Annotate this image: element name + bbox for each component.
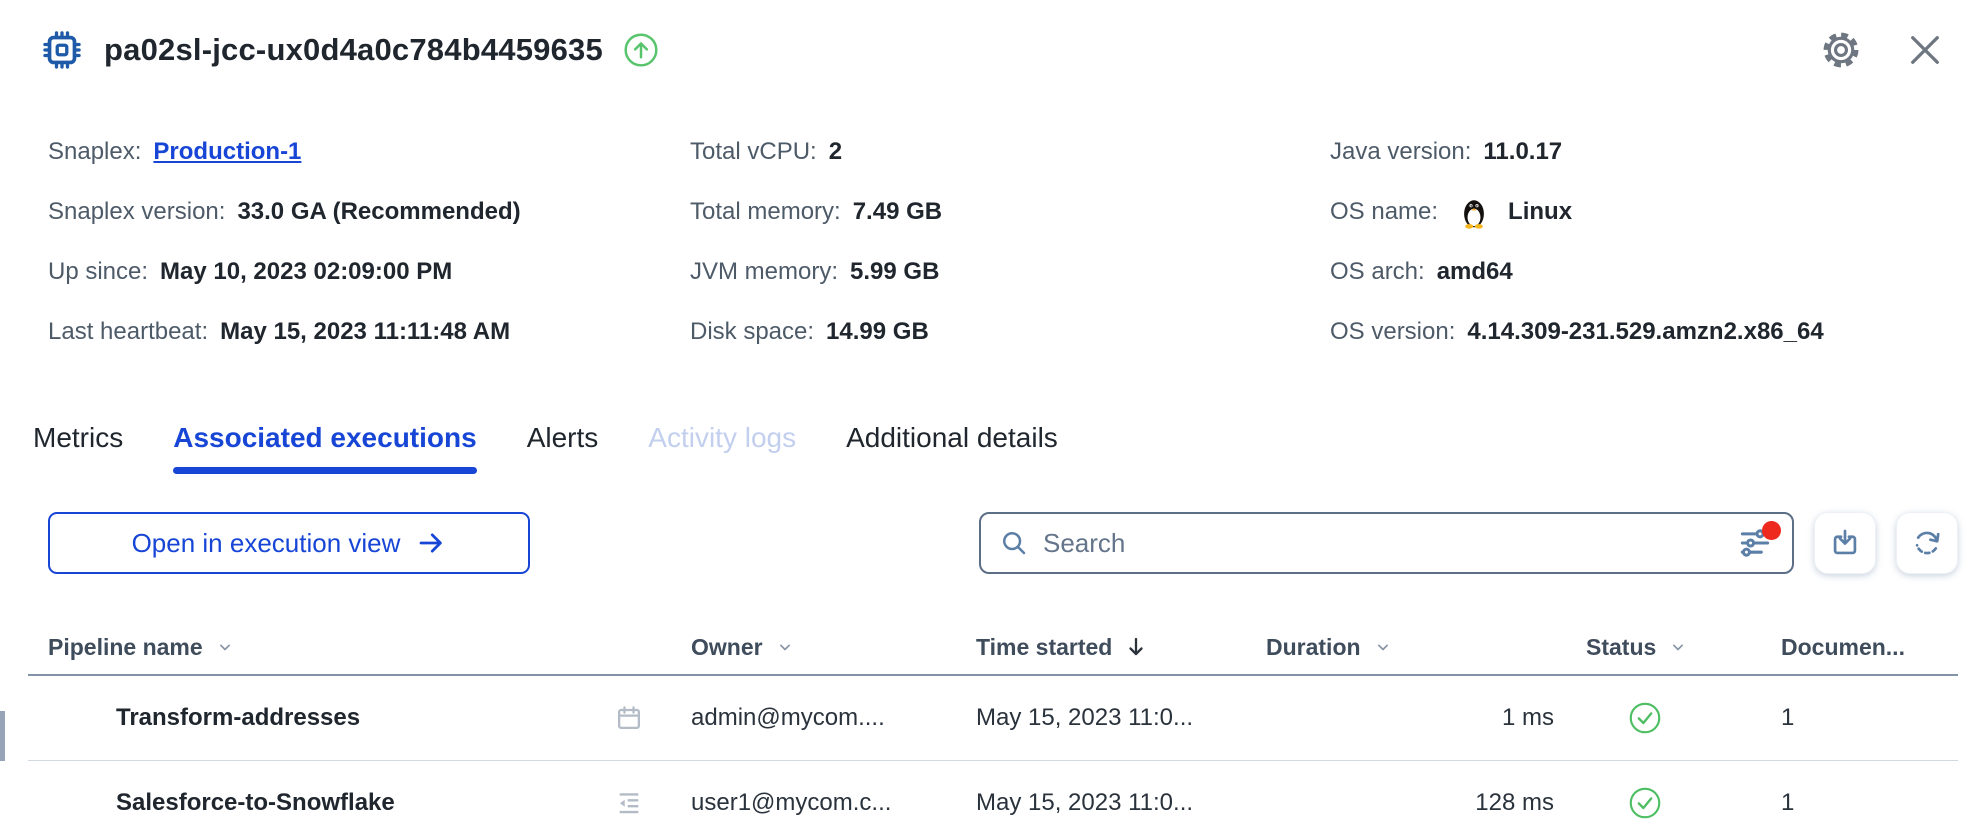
info-value: 2 xyxy=(828,138,843,165)
info-up-since: Up since: May 10, 2023 02:09:00 PM xyxy=(48,242,690,302)
search-box xyxy=(979,512,1794,574)
search-icon xyxy=(1002,531,1026,555)
info-value: amd64 xyxy=(1436,258,1513,285)
info-last-heartbeat: Last heartbeat: May 15, 2023 11:11:48 AM xyxy=(48,302,690,362)
column-header-documents[interactable]: Documen... xyxy=(1751,634,1958,661)
tab-alerts[interactable]: Alerts xyxy=(527,422,599,468)
snaplex-link[interactable]: Production-1 xyxy=(153,138,301,166)
linux-penguin-icon xyxy=(1456,194,1492,230)
executions-toolbar: Open in execution view xyxy=(48,512,1958,574)
filter-sliders-icon[interactable] xyxy=(1736,521,1781,562)
node-title: pa02sl-jcc-ux0d4a0c784b4459635 xyxy=(104,32,603,67)
info-os-version: OS version: 4.14.309-231.529.amzn2.x86_6… xyxy=(1330,302,1986,362)
scheduled-task-calendar-icon xyxy=(613,702,691,734)
info-label: OS name: xyxy=(1330,198,1439,225)
node-up-status-icon xyxy=(623,32,659,68)
info-value: 14.99 GB xyxy=(826,318,929,345)
tab-activity-logs[interactable]: Activity logs xyxy=(648,422,796,468)
info-label: Total memory: xyxy=(690,198,841,225)
info-label: Snaplex version: xyxy=(48,198,226,225)
pipeline-name-cell[interactable]: Transform-addresses xyxy=(28,704,613,732)
info-value: May 10, 2023 02:09:00 PM xyxy=(160,258,453,285)
documents-cell: 1 xyxy=(1781,788,1795,816)
open-execution-view-label: Open in execution view xyxy=(131,527,401,558)
info-label: OS arch: xyxy=(1330,258,1425,285)
info-snaplex-version: Snaplex version: 33.0 GA (Recommended) xyxy=(48,182,690,242)
download-icon xyxy=(1833,529,1857,555)
pipeline-name-cell[interactable]: Salesforce-to-Snowflake xyxy=(28,789,613,817)
info-disk-space: Disk space: 14.99 GB xyxy=(690,302,1330,362)
detail-tabs: Metrics Associated executions Alerts Act… xyxy=(33,422,1986,474)
info-value: Linux xyxy=(1508,198,1573,225)
triggered-task-outdent-icon xyxy=(613,787,691,819)
column-header-owner[interactable]: Owner xyxy=(691,634,976,661)
info-total-vcpu: Total vCPU: 2 xyxy=(690,122,1330,182)
tab-associated-executions[interactable]: Associated executions xyxy=(173,422,478,474)
info-label: Java version: xyxy=(1330,138,1472,165)
success-status-icon xyxy=(1556,701,1751,735)
refresh-button[interactable] xyxy=(1896,512,1958,574)
column-header-duration[interactable]: Duration xyxy=(1266,634,1556,661)
node-info-grid: Snaplex: Production-1 Snaplex version: 3… xyxy=(48,122,1986,362)
settings-gear-icon[interactable] xyxy=(1820,29,1862,71)
info-value: 4.14.309-231.529.amzn2.x86_64 xyxy=(1467,318,1824,345)
time-started-cell: May 15, 2023 11:0... xyxy=(976,788,1194,816)
owner-cell: admin@mycom.... xyxy=(691,704,885,731)
search-input[interactable] xyxy=(1043,527,1736,559)
open-execution-view-button[interactable]: Open in execution view xyxy=(48,512,530,574)
info-label: Total vCPU: xyxy=(690,138,817,165)
chevron-down-icon xyxy=(1673,644,1684,651)
column-header-time-started[interactable]: Time started xyxy=(976,634,1266,661)
column-header-pipeline-name[interactable]: Pipeline name xyxy=(28,634,613,661)
sort-desc-arrow-icon xyxy=(1129,637,1144,656)
info-label: Up since: xyxy=(48,258,149,285)
duration-cell: 128 ms xyxy=(1475,788,1554,816)
table-header-row: Pipeline name Owner Time started Duratio… xyxy=(28,620,1958,676)
info-jvm-memory: JVM memory: 5.99 GB xyxy=(690,242,1330,302)
active-filter-badge xyxy=(1762,521,1781,540)
arrow-right-icon xyxy=(420,533,443,553)
duration-cell: 1 ms xyxy=(1501,704,1554,731)
column-header-status[interactable]: Status xyxy=(1556,634,1751,661)
chevron-down-icon xyxy=(219,644,230,651)
refresh-icon xyxy=(1915,531,1940,555)
info-label: Last heartbeat: xyxy=(48,318,209,345)
chevron-down-icon xyxy=(779,644,790,651)
info-label: Disk space: xyxy=(690,318,815,345)
close-icon[interactable] xyxy=(1904,29,1946,71)
table-row[interactable]: Transform-addresses admin@mycom.... May … xyxy=(28,676,1958,761)
success-status-icon xyxy=(1556,786,1751,820)
panel-header: pa02sl-jcc-ux0d4a0c784b4459635 xyxy=(40,28,1946,72)
tab-metrics[interactable]: Metrics xyxy=(33,422,123,468)
info-snaplex: Snaplex: Production-1 xyxy=(48,122,690,182)
info-value: May 15, 2023 11:11:48 AM xyxy=(220,318,511,345)
documents-cell: 1 xyxy=(1781,704,1795,731)
chevron-down-icon xyxy=(1377,644,1388,651)
info-label: OS version: xyxy=(1330,318,1456,345)
node-cpu-icon xyxy=(40,28,84,72)
executions-table: Pipeline name Owner Time started Duratio… xyxy=(28,620,1958,836)
info-os-arch: OS arch: amd64 xyxy=(1330,242,1986,302)
info-value: 5.99 GB xyxy=(850,258,940,285)
info-value: 7.49 GB xyxy=(852,198,943,225)
table-row[interactable]: Salesforce-to-Snowflake user1@mycom.c...… xyxy=(28,761,1958,836)
download-button[interactable] xyxy=(1814,512,1876,574)
owner-cell: user1@mycom.c... xyxy=(691,788,892,816)
info-os-name: OS name: Linux xyxy=(1330,182,1986,242)
info-value: 11.0.17 xyxy=(1483,138,1563,165)
info-label: Snaplex: xyxy=(48,138,142,165)
info-label: JVM memory: xyxy=(690,258,839,285)
info-java-version: Java version: 11.0.17 xyxy=(1330,122,1986,182)
time-started-cell: May 15, 2023 11:0... xyxy=(976,704,1194,731)
tab-additional-details[interactable]: Additional details xyxy=(846,422,1058,468)
info-total-memory: Total memory: 7.49 GB xyxy=(690,182,1330,242)
info-value: 33.0 GA (Recommended) xyxy=(237,198,521,225)
vertical-scrollbar-thumb[interactable] xyxy=(0,711,5,761)
